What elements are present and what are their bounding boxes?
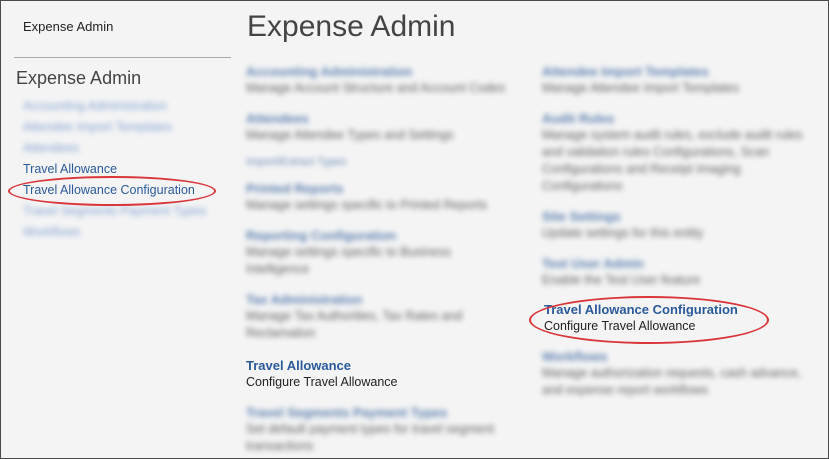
admin-item-accounting-administration: Accounting Administration Manage Account… [246,63,516,97]
sidebar-links: Accounting Administration Attendee Impor… [23,96,233,243]
admin-item-desc: Manage Tax Authorities, Tax Rates and Re… [246,309,463,340]
admin-item-travel-allowance: Travel Allowance Configure Travel Allowa… [246,357,516,391]
admin-item-workflows: Workflows Manage authorization requests,… [542,348,812,399]
admin-item-desc: Manage authorization requests, cash adva… [542,366,802,397]
admin-item-title[interactable]: Reporting Configuration [246,227,516,244]
admin-item-desc: Manage Account Structure and Account Cod… [246,81,506,95]
admin-item-desc: Manage settings specific to Printed Repo… [246,198,488,212]
admin-item-attendees: Attendees Manage Attendee Types and Sett… [246,110,516,144]
admin-item-title[interactable]: Audit Rules [542,110,812,127]
admin-item-title[interactable]: Import/Extract Types [246,154,516,171]
page-title: Expense Admin [247,10,456,43]
admin-item-title[interactable]: Attendees [246,110,516,127]
admin-item-desc: Manage system audit rules, exclude audit… [542,128,803,193]
admin-item-desc: Enable the Test User feature [542,273,701,287]
sidebar-item-travel-allowance[interactable]: Travel Allowance [23,159,233,180]
sidebar: Expense Admin Expense Admin Accounting A… [14,0,232,457]
admin-item-title[interactable]: Site Settings [542,208,812,225]
admin-item-reporting-configuration: Reporting Configuration Manage settings … [246,227,516,278]
admin-item-desc: Configure Travel Allowance [544,319,696,333]
admin-item-site-settings: Site Settings Update settings for this e… [542,208,812,242]
admin-item-desc: Manage Attendee Import Templates [542,81,740,95]
sidebar-item-travel-segments-payment-types[interactable]: Travel Segments Payment Types [23,201,233,222]
sidebar-heading: Expense Admin [16,68,142,88]
admin-item-desc: Manage settings specific to Business Int… [246,245,451,276]
admin-item-desc: Update settings for this entity [542,226,704,240]
admin-item-title[interactable]: Attendee Import Templates [542,63,812,80]
admin-item-title[interactable]: Test User Admin [542,255,812,272]
sidebar-item-attendees[interactable]: Attendees [23,138,233,159]
sidebar-item-attendee-import-templates[interactable]: Attendee Import Templates [23,117,233,138]
sidebar-top-title: Expense Admin [23,19,114,34]
sidebar-item-travel-allowance-configuration[interactable]: Travel Allowance Configuration [23,180,233,201]
admin-item-audit-rules: Audit Rules Manage system audit rules, e… [542,110,812,195]
admin-item-tax-administration: Tax Administration Manage Tax Authoritie… [246,291,516,342]
sidebar-divider [14,57,231,58]
admin-item-desc: Manage Attendee Types and Settings [246,128,454,142]
admin-item-travel-allowance-configuration: Travel Allowance Configuration Configure… [544,301,814,335]
admin-item-travel-segments-payment-types: Travel Segments Payment Types Set defaul… [246,404,516,455]
admin-item-title[interactable]: Workflows [542,348,812,365]
sidebar-item-accounting-administration[interactable]: Accounting Administration [23,96,233,117]
admin-item-title[interactable]: Tax Administration [246,291,516,308]
sidebar-item-workflows[interactable]: Workflows [23,222,233,243]
admin-item-title[interactable]: Travel Allowance [246,357,516,374]
admin-item-title[interactable]: Accounting Administration [246,63,516,80]
admin-item-title[interactable]: Travel Segments Payment Types [246,404,516,421]
admin-item-attendee-import-templates: Attendee Import Templates Manage Attende… [542,63,812,97]
admin-item-desc: Set default payment types for travel seg… [246,422,495,453]
admin-item-printed-reports: Printed Reports Manage settings specific… [246,180,516,214]
admin-item-import-extract-types: Import/Extract Types [246,154,516,171]
admin-item-title[interactable]: Printed Reports [246,180,516,197]
admin-item-test-user-admin: Test User Admin Enable the Test User fea… [542,255,812,289]
admin-item-desc: Configure Travel Allowance [246,375,398,389]
admin-item-title[interactable]: Travel Allowance Configuration [544,301,814,318]
